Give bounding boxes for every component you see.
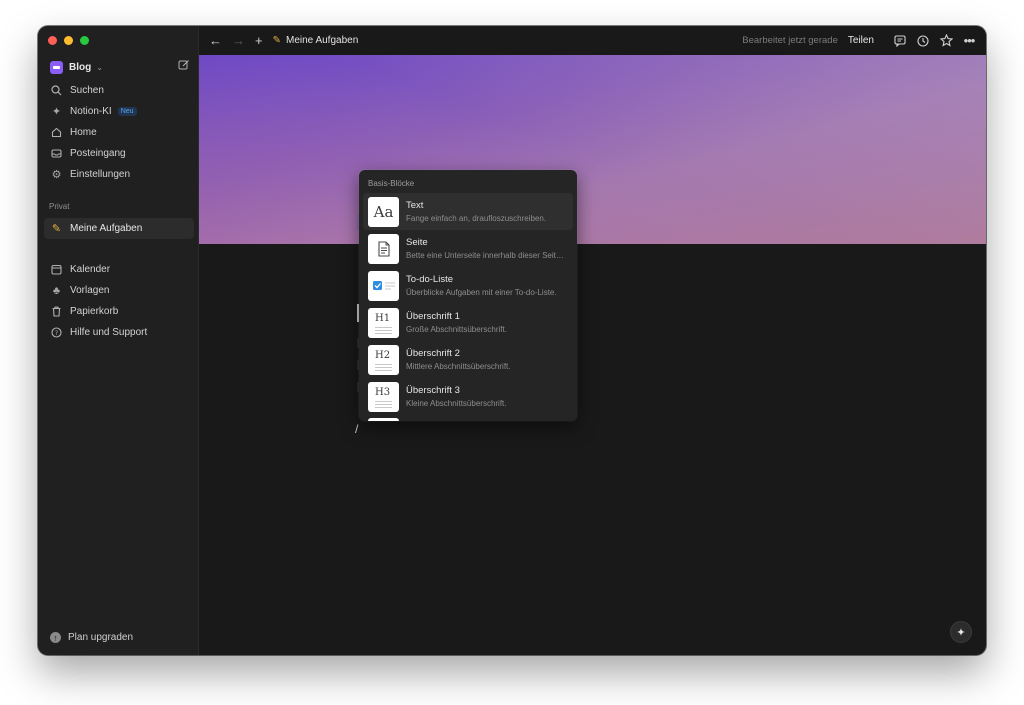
menu-item-heading-3[interactable]: H3 Überschrift 3 Kleine Abschnittsübersc…	[363, 378, 573, 415]
sidebar-item-label: Posteingang	[70, 148, 126, 159]
heading-2-thumbnail: H2	[368, 344, 399, 375]
sparkle-icon: ✦	[956, 626, 966, 639]
breadcrumb[interactable]: ✎ Meine Aufgaben	[273, 35, 359, 46]
document-icon	[377, 240, 390, 257]
plus-icon[interactable]: +	[255, 34, 263, 47]
sidebar-item-label: Einstellungen	[70, 169, 131, 180]
sparkle-icon: ✦	[51, 106, 62, 118]
star-icon[interactable]	[939, 34, 953, 48]
new-badge: Neu	[117, 107, 137, 116]
menu-item-todo[interactable]: To-do-Liste Überblicke Aufgaben mit eine…	[363, 267, 573, 304]
sidebar-item-label: Papierkorb	[70, 306, 119, 317]
sidebar-item-label: Meine Aufgaben	[70, 223, 143, 234]
menu-item-description: Fange einfach an, drauflos­zuschreiben.	[406, 214, 547, 223]
window-controls	[48, 36, 89, 45]
trash-icon	[50, 305, 63, 318]
new-page-icon[interactable]	[178, 59, 190, 71]
menu-item-heading-1[interactable]: H1 Überschrift 1 Große Abschnittsübersch…	[363, 304, 573, 341]
menu-item-label: To-do-Liste	[406, 274, 453, 285]
svg-text:?: ?	[55, 329, 58, 337]
home-icon	[50, 126, 63, 139]
menu-item-description: Mittlere Abschnittsüberschrift.	[406, 362, 511, 371]
text-block-thumbnail: Aa	[368, 196, 399, 227]
menu-item-label: Seite	[406, 237, 428, 248]
sidebar-item-settings[interactable]: ⚙ Einstellungen	[44, 164, 194, 185]
search-icon	[50, 84, 63, 97]
menu-item-heading-2[interactable]: H2 Überschrift 2 Mittlere Abschnittsüber…	[363, 341, 573, 378]
menu-item-label: Überschrift 2	[406, 348, 460, 359]
share-button[interactable]: Teilen	[848, 35, 874, 46]
sidebar-item-trash[interactable]: Papierkorb	[44, 301, 194, 322]
menu-item-label: Text	[406, 200, 424, 211]
heading-3-thumbnail: H3	[368, 381, 399, 412]
menu-item-description: Kleine Abschnittsüberschrift.	[406, 399, 507, 408]
menu-item-page[interactable]: Seite Bette eine Unterseite innerhalb di…	[363, 230, 573, 267]
menu-item-description: Große Abschnittsüberschrift.	[406, 325, 507, 334]
sidebar-footer-nav: Kalender ♣ Vorlagen Papierkorb ? Hilfe u…	[44, 259, 194, 343]
sidebar-item-label: Suchen	[70, 85, 104, 96]
menu-item-description: Überblicke Aufgaben mit einer To-do-List…	[406, 288, 557, 297]
chevron-down-icon: ⌄	[96, 62, 103, 72]
ai-assistant-button[interactable]: ✦	[950, 621, 972, 643]
sidebar-item-label: Kalender	[70, 264, 111, 275]
inbox-icon	[50, 147, 63, 160]
templates-icon: ♣	[52, 284, 61, 297]
more-icon[interactable]: •••	[962, 33, 976, 48]
slash-command-input[interactable]: /	[355, 422, 358, 436]
close-window-button[interactable]	[48, 36, 57, 45]
calendar-icon	[50, 263, 63, 276]
sidebar: Blog ⌄ Suchen ✦ Notion-KI Neu Home Poste…	[38, 26, 199, 655]
upgrade-plan-button[interactable]: ↑ Plan upgraden	[50, 632, 133, 643]
clock-icon[interactable]	[916, 34, 930, 48]
forward-arrow-icon[interactable]: →	[232, 34, 245, 47]
heading-1-thumbnail: H1	[368, 307, 399, 338]
topbar: ← → + ✎ Meine Aufgaben Bearbeitet jetzt …	[199, 26, 986, 55]
sidebar-item-calendar[interactable]: Kalender	[44, 259, 194, 280]
gear-icon: ⚙	[51, 169, 62, 181]
minimize-window-button[interactable]	[64, 36, 73, 45]
next-item-thumbnail-peek	[368, 418, 399, 421]
edited-status: Bearbeitet jetzt gerade	[742, 35, 838, 46]
sidebar-item-search[interactable]: Suchen	[44, 80, 194, 101]
menu-item-text[interactable]: Aa Text Fange einfach an, drauflos­zusch…	[363, 193, 573, 230]
menu-item-description: Bette eine Unterseite innerhalb dieser S…	[406, 251, 566, 260]
menu-item-label: Überschrift 3	[406, 385, 460, 396]
sidebar-private-pages: ✎ Meine Aufgaben	[44, 218, 194, 239]
checkbox-icon	[372, 280, 395, 290]
sidebar-item-label: Notion-KI	[70, 106, 112, 117]
help-icon: ?	[50, 326, 63, 339]
todo-block-thumbnail	[368, 270, 399, 301]
workspace-name: Blog	[69, 61, 92, 73]
back-arrow-icon[interactable]: ←	[209, 34, 222, 47]
sidebar-main-nav: Suchen ✦ Notion-KI Neu Home Posteingang	[44, 80, 194, 185]
sidebar-item-my-tasks[interactable]: ✎ Meine Aufgaben	[44, 218, 194, 239]
topbar-actions: Bearbeitet jetzt gerade Teilen •••	[742, 26, 976, 55]
menu-section-title: Basis-Blöcke	[368, 179, 415, 188]
sidebar-item-inbox[interactable]: Posteingang	[44, 143, 194, 164]
menu-item-label: Überschrift 1	[406, 311, 460, 322]
upgrade-icon: ↑	[50, 632, 61, 643]
page-icon: ✎	[51, 223, 62, 235]
sidebar-item-label: Hilfe und Support	[70, 327, 148, 338]
sidebar-item-templates[interactable]: ♣ Vorlagen	[44, 280, 194, 301]
sidebar-item-home[interactable]: Home	[44, 122, 194, 143]
block-menu: Basis-Blöcke Aa Text Fange einfach an, d…	[359, 170, 577, 421]
comment-icon[interactable]	[893, 34, 907, 48]
breadcrumb-title: Meine Aufgaben	[285, 35, 359, 46]
section-label-private: Privat	[49, 202, 70, 211]
menu-list: Aa Text Fange einfach an, drauflos­zusch…	[363, 193, 573, 415]
sidebar-item-label: Vorlagen	[70, 285, 110, 296]
upgrade-label: Plan upgraden	[68, 632, 134, 643]
workspace-logo-icon	[50, 60, 63, 74]
page-icon: ✎	[272, 35, 281, 46]
app-window: Blog ⌄ Suchen ✦ Notion-KI Neu Home Poste…	[38, 26, 986, 655]
page-block-thumbnail	[368, 233, 399, 264]
page-cover[interactable]	[199, 55, 986, 244]
workspace-switcher[interactable]: Blog ⌄	[50, 58, 190, 76]
sidebar-item-label: Home	[70, 127, 97, 138]
sidebar-item-help[interactable]: ? Hilfe und Support	[44, 322, 194, 343]
zoom-window-button[interactable]	[80, 36, 89, 45]
sidebar-item-notion-ai[interactable]: ✦ Notion-KI Neu	[44, 101, 194, 122]
